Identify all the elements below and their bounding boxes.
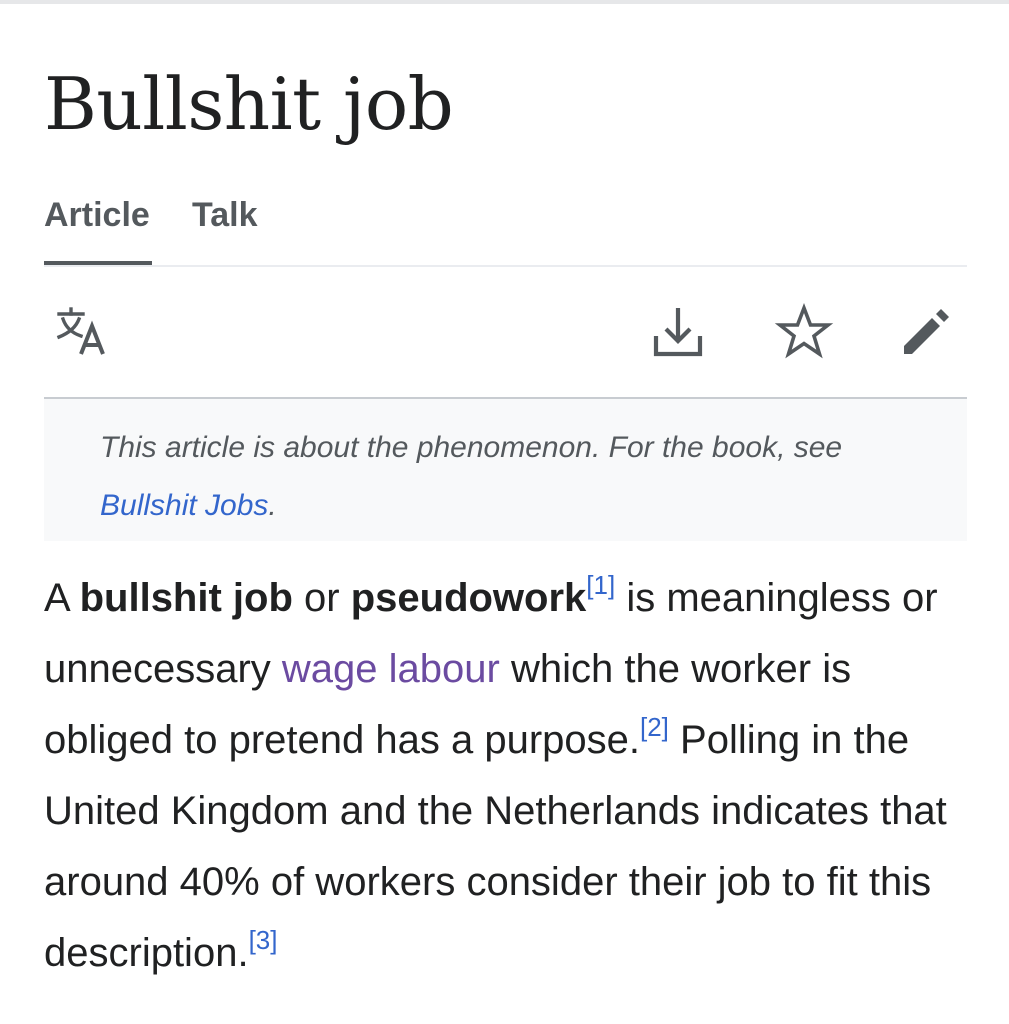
tab-talk[interactable]: Talk — [192, 196, 258, 235]
lead-text: or — [292, 576, 351, 620]
hatnote-link-bullshit-jobs[interactable]: Bullshit Jobs — [100, 489, 268, 522]
reference-3: [3] — [249, 925, 278, 955]
star-icon — [774, 302, 834, 359]
page-title: Bullshit job — [44, 62, 454, 146]
bold-term-bullshit-job: bullshit job — [79, 576, 293, 620]
edit-icon — [904, 309, 949, 354]
reference-2: [2] — [640, 712, 669, 742]
edit-button[interactable] — [894, 300, 958, 364]
hatnote: This article is about the phenomenon. Fo… — [44, 397, 967, 541]
tabs-divider — [44, 265, 967, 267]
top-edge — [0, 0, 1009, 4]
hatnote-period: . — [268, 489, 277, 522]
hatnote-text: This article is about the phenomenon. Fo… — [100, 431, 843, 464]
download-icon — [653, 308, 703, 357]
tab-article[interactable]: Article — [44, 196, 150, 235]
reference-link-2[interactable]: [2] — [640, 712, 669, 742]
watch-button[interactable] — [772, 300, 836, 364]
bold-term-pseudowork: pseudowork — [350, 576, 587, 620]
reference-link-3[interactable]: [3] — [249, 925, 278, 955]
language-icon — [56, 307, 105, 355]
link-wage-labour[interactable]: wage labour — [282, 647, 500, 691]
lead-paragraph: A bullshit job or pseudowork[1] is meani… — [44, 563, 974, 989]
lead-text: A — [44, 576, 80, 620]
reference-link-1[interactable]: [1] — [586, 570, 615, 600]
download-button[interactable] — [646, 300, 710, 364]
page-actions-toolbar — [44, 300, 967, 370]
reference-1: [1] — [586, 570, 615, 600]
language-button[interactable] — [48, 300, 112, 364]
